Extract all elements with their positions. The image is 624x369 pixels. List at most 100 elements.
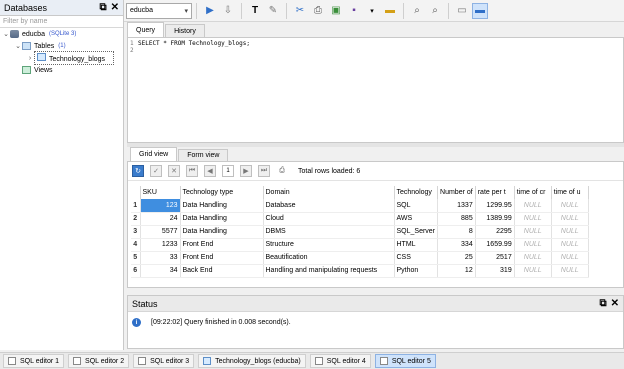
table-cell[interactable]: NULL — [514, 251, 552, 265]
table-cell[interactable]: 34 — [140, 264, 181, 278]
open-folder-icon[interactable]: ▬ — [382, 3, 398, 19]
table-cell[interactable]: 8 — [437, 225, 476, 239]
table-cell[interactable]: Database — [263, 199, 395, 213]
table-cell[interactable]: HTML — [394, 238, 439, 252]
table-cell[interactable]: NULL — [551, 264, 589, 278]
table-cell[interactable]: NULL — [514, 225, 552, 239]
column-header[interactable]: SKU — [140, 186, 181, 199]
table-cell[interactable]: Data Handling — [180, 225, 264, 239]
table-cell[interactable]: Cloud — [263, 212, 395, 226]
page-number[interactable]: 1 — [222, 165, 234, 177]
edit-icon[interactable]: ✎ — [265, 3, 281, 19]
tab-sql-editor-2[interactable]: SQL editor 2 — [68, 354, 130, 368]
table-cell[interactable]: 1337 — [437, 199, 476, 213]
cut-icon[interactable]: ✂ — [292, 3, 308, 19]
close-icon[interactable]: ✕ — [111, 2, 119, 13]
column-header[interactable]: Domain — [263, 186, 395, 199]
table-cell[interactable]: 24 — [140, 212, 181, 226]
table-cell[interactable]: 1389.99 — [475, 212, 515, 226]
table-cell[interactable]: Python — [394, 264, 439, 278]
undock-icon[interactable]: ⧉ — [99, 2, 106, 13]
table-cell[interactable]: Front End — [180, 238, 264, 252]
table-row[interactable]: 3 5577 Data Handling DBMS SQL_Server 8 2… — [131, 225, 589, 239]
column-header[interactable]: rate per t — [475, 186, 515, 199]
rollback-icon[interactable]: ✕ — [168, 165, 180, 177]
export-icon[interactable]: ⎙ — [276, 165, 288, 177]
tab-form-view[interactable]: Form view — [178, 149, 229, 161]
sql-editor[interactable]: 1 SELECT * FROM Technology_blogs; 2 — [127, 37, 624, 143]
filter-input[interactable]: Filter by name — [0, 16, 123, 28]
next-page-icon[interactable]: ▶ — [240, 165, 252, 177]
refresh-icon[interactable]: ↻ — [132, 165, 144, 177]
column-header[interactable]: Number of — [437, 186, 476, 199]
table-cell[interactable]: Beautification — [263, 251, 395, 265]
tab-table-view[interactable]: Technology_blogs (educba) — [198, 354, 306, 368]
prev-page-icon[interactable]: ◀ — [204, 165, 216, 177]
table-cell[interactable]: NULL — [514, 199, 552, 213]
execute-icon[interactable]: ▶ — [202, 3, 218, 19]
table-row[interactable]: 4 1233 Front End Structure HTML 334 1659… — [131, 238, 589, 252]
close-icon[interactable]: ✕ — [611, 298, 619, 309]
table-cell[interactable]: 885 — [437, 212, 476, 226]
table-row[interactable]: 6 34 Back End Handling and manipulating … — [131, 264, 589, 278]
undock-icon[interactable]: ⧉ — [599, 298, 606, 309]
tree-item-table[interactable]: › Technology_blogs — [0, 51, 123, 65]
table-cell[interactable]: Data Handling — [180, 212, 264, 226]
print-icon[interactable]: ⎙ — [310, 3, 326, 19]
table-row[interactable]: 5 33 Front End Beautification CSS 25 251… — [131, 251, 589, 265]
table-cell[interactable]: DBMS — [263, 225, 395, 239]
layout-icon[interactable]: ▭ — [454, 3, 470, 19]
table-cell[interactable]: Handling and manipulating requests — [263, 264, 395, 278]
table-cell[interactable]: Structure — [263, 238, 395, 252]
commit-icon[interactable]: ✓ — [150, 165, 162, 177]
table-cell[interactable]: 319 — [475, 264, 515, 278]
table-cell[interactable]: SQL — [394, 199, 439, 213]
chevron-right-icon[interactable]: › — [26, 55, 34, 62]
table-cell[interactable]: 5577 — [140, 225, 181, 239]
table-row[interactable]: 2 24 Data Handling Cloud AWS 885 1389.99… — [131, 212, 589, 226]
table-cell[interactable]: Data Handling — [180, 199, 264, 213]
table-cell[interactable]: Back End — [180, 264, 264, 278]
first-page-icon[interactable]: ⏮ — [186, 165, 198, 177]
tree-item-database[interactable]: ⌄ educba (SQLite 3) — [0, 28, 123, 40]
table-cell[interactable]: NULL — [514, 238, 552, 252]
column-header[interactable]: Technology — [394, 186, 439, 199]
tab-sql-editor-1[interactable]: SQL editor 1 — [3, 354, 65, 368]
tab-query[interactable]: Query — [127, 22, 165, 37]
tree-item-views[interactable]: Views — [0, 64, 123, 76]
table-cell[interactable]: CSS — [394, 251, 439, 265]
table-cell[interactable]: 33 — [140, 251, 181, 265]
table-item-selected[interactable]: Technology_blogs — [34, 51, 115, 65]
table-cell[interactable]: NULL — [551, 251, 589, 265]
tab-history[interactable]: History — [165, 24, 205, 37]
chevron-down-icon[interactable]: ▾ — [364, 3, 380, 19]
database-select[interactable]: educba ▾ — [126, 2, 192, 19]
table-cell[interactable]: 1233 — [140, 238, 181, 252]
table-cell[interactable]: 2517 — [475, 251, 515, 265]
table-cell[interactable]: 25 — [437, 251, 476, 265]
table-cell[interactable]: NULL — [551, 238, 589, 252]
table-cell[interactable]: 123 — [140, 199, 181, 213]
column-header[interactable]: time of u — [551, 186, 589, 199]
last-page-icon[interactable]: ⏭ — [258, 165, 270, 177]
table-cell[interactable]: 12 — [437, 264, 476, 278]
column-header[interactable]: time of cr — [514, 186, 552, 199]
find-icon[interactable]: ⌕ — [409, 3, 425, 19]
table-cell[interactable]: 1659.99 — [475, 238, 515, 252]
tab-sql-editor-4[interactable]: SQL editor 4 — [309, 354, 371, 368]
table-row[interactable]: 1 123 Data Handling Database SQL 1337 12… — [131, 199, 589, 213]
image-icon[interactable]: ▣ — [328, 3, 344, 19]
save-icon[interactable]: ▪ — [346, 3, 362, 19]
execute-step-icon[interactable]: ⇩ — [220, 3, 236, 19]
replace-icon[interactable]: ⌕ — [427, 3, 443, 19]
tab-sql-editor-3[interactable]: SQL editor 3 — [133, 354, 195, 368]
column-header[interactable]: Technology type — [180, 186, 264, 199]
table-cell[interactable]: NULL — [514, 212, 552, 226]
table-cell[interactable]: 334 — [437, 238, 476, 252]
table-cell[interactable]: NULL — [551, 199, 589, 213]
table-cell[interactable]: 1299.95 — [475, 199, 515, 213]
layout-split-icon[interactable]: ▬ — [472, 2, 488, 19]
chevron-down-icon[interactable]: ⌄ — [2, 30, 10, 38]
format-text-icon[interactable]: T — [247, 3, 263, 19]
table-cell[interactable]: SQL_Server — [394, 225, 439, 239]
